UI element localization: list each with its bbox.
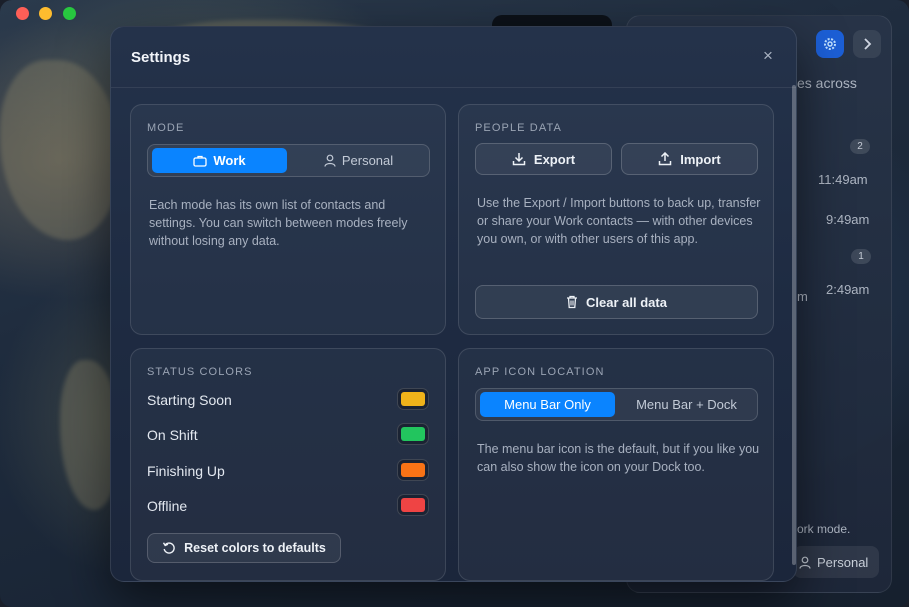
settings-gear-button[interactable] (816, 30, 844, 58)
side-panel-footer-text: ork mode. (797, 522, 851, 536)
trash-icon (567, 295, 578, 309)
contact-time: 9:49am (826, 212, 870, 227)
reset-icon (163, 542, 175, 554)
modal-title: Settings (131, 49, 191, 66)
app-icon-option-menu-bar-only[interactable]: Menu Bar Only (480, 392, 615, 417)
import-button[interactable]: Import (621, 143, 758, 175)
app-icon-option-menu-bar-dock[interactable]: Menu Bar + Dock (618, 392, 755, 417)
app-icon-location-card: APP ICON LOCATION Menu Bar Only Menu Bar… (458, 348, 774, 581)
window-close-button[interactable] (16, 7, 29, 20)
finishing-up-color-swatch[interactable] (397, 459, 429, 481)
window-zoom-button[interactable] (63, 7, 76, 20)
app-icon-option-label: Menu Bar Only (504, 397, 591, 412)
app-icon-header: APP ICON LOCATION (475, 366, 605, 378)
mode-header: MODE (147, 122, 185, 134)
mode-description: Each mode has its own list of contacts a… (149, 198, 408, 248)
on-shift-color-swatch[interactable] (397, 423, 429, 445)
briefcase-icon (193, 155, 208, 167)
people-data-card: PEOPLE DATA Export Import Use the Export… (458, 104, 774, 335)
clear-all-data-button[interactable]: Clear all data (475, 285, 758, 319)
scrollbar[interactable] (792, 85, 796, 565)
mode-segmented-control: Work Personal (147, 144, 430, 177)
import-label: Import (680, 151, 721, 167)
chevron-right-icon (864, 38, 872, 50)
map-landmass (0, 60, 120, 240)
contact-time-fragment: m (797, 289, 808, 304)
upload-icon (659, 152, 672, 166)
color-chip (401, 427, 425, 441)
person-icon (324, 154, 336, 167)
close-button[interactable]: × (759, 47, 777, 65)
export-label: Export (533, 151, 576, 167)
reset-colors-button[interactable]: Reset colors to defaults (147, 533, 341, 563)
mode-option-work[interactable]: Work (152, 148, 287, 173)
export-button[interactable]: Export (475, 143, 612, 175)
app-icon-segmented-control: Menu Bar Only Menu Bar + Dock (475, 388, 758, 421)
contact-time: 2:49am (826, 282, 870, 297)
gear-icon (824, 38, 836, 50)
status-label-starting-soon: Starting Soon (147, 392, 232, 408)
clear-all-data-label: Clear all data (586, 294, 667, 310)
reset-colors-label: Reset colors to defaults (184, 541, 326, 555)
personal-mode-label: Personal (817, 554, 869, 570)
app-icon-description: The menu bar icon is the default, but if… (477, 442, 760, 474)
unread-badge: 1 (851, 249, 871, 264)
color-chip (401, 392, 425, 406)
status-label-on-shift: On Shift (147, 427, 198, 443)
mode-option-personal[interactable]: Personal (290, 148, 427, 173)
starting-soon-color-swatch[interactable] (397, 388, 429, 410)
status-label-finishing-up: Finishing Up (147, 463, 225, 479)
side-panel-header-text: es across (797, 75, 857, 91)
header-divider (111, 87, 796, 88)
status-colors-card: STATUS COLORS Starting Soon On Shift Fin… (130, 348, 446, 581)
status-colors-header: STATUS COLORS (147, 366, 253, 378)
unread-badge: 2 (850, 139, 870, 154)
mode-option-label: Personal (341, 153, 394, 168)
status-label-offline: Offline (147, 498, 188, 514)
mode-option-label: Work (213, 153, 246, 168)
color-chip (401, 463, 425, 477)
people-data-header: PEOPLE DATA (475, 122, 562, 134)
offline-color-swatch[interactable] (397, 494, 429, 516)
mode-card: MODE Work Personal Each mode has its own… (130, 104, 446, 335)
close-icon: × (763, 46, 773, 65)
contact-time: 11:49am (818, 172, 868, 187)
next-button[interactable] (853, 30, 881, 58)
settings-modal: Settings × MODE Work Personal Each mode … (110, 26, 797, 582)
app-icon-option-label: Menu Bar + Dock (636, 397, 737, 412)
person-icon (799, 556, 811, 569)
color-chip (401, 498, 425, 512)
personal-mode-button[interactable]: Personal (793, 546, 879, 578)
window-minimize-button[interactable] (39, 7, 52, 20)
download-icon (512, 153, 526, 166)
people-data-description: Use the Export / Import buttons to back … (477, 196, 761, 246)
